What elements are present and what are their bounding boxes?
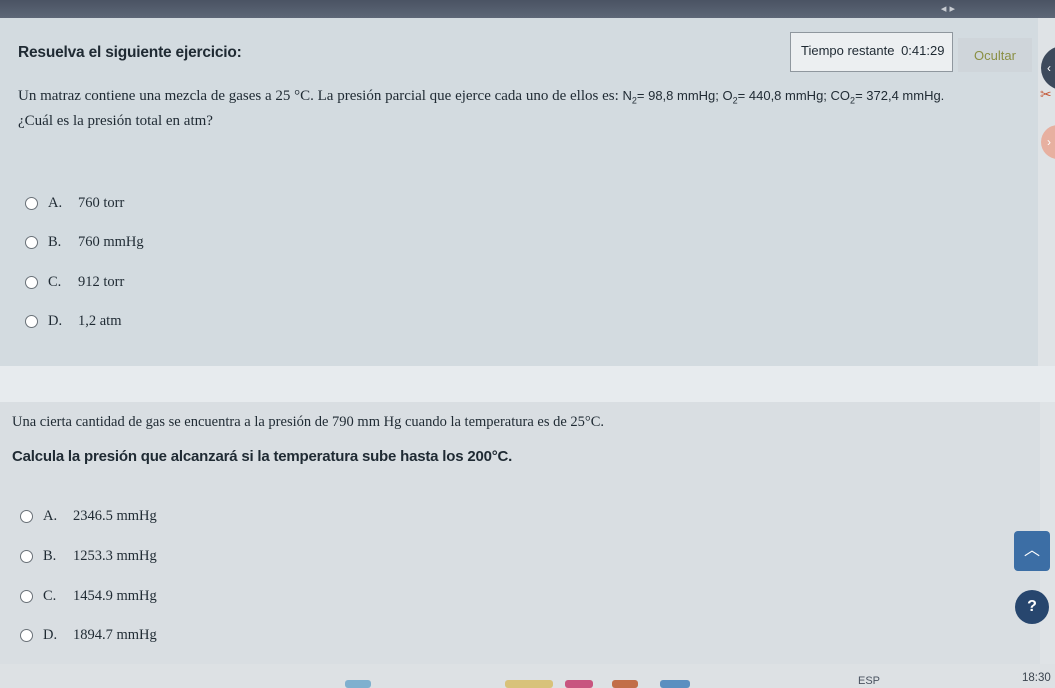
radio-button[interactable] bbox=[25, 276, 38, 289]
chevron-right-icon: › bbox=[1047, 135, 1051, 149]
help-button[interactable]: ? bbox=[1015, 590, 1049, 624]
taskbar-app-icon[interactable] bbox=[612, 680, 638, 688]
chevron-left-icon: ‹ bbox=[1047, 61, 1051, 75]
option-text: 2346.5 mmHg bbox=[73, 508, 157, 524]
next-nav-button[interactable]: › bbox=[1041, 125, 1055, 159]
taskbar-app-icon[interactable] bbox=[660, 680, 690, 688]
taskbar-app-icon[interactable] bbox=[505, 680, 553, 688]
radio-button[interactable] bbox=[20, 590, 33, 603]
taskbar-app-icon[interactable] bbox=[345, 680, 371, 688]
o2-symbol: O bbox=[722, 88, 733, 103]
exercise-heading: Resuelva el siguiente ejercicio: bbox=[18, 44, 242, 61]
radio-button[interactable] bbox=[20, 550, 33, 563]
option-letter: C. bbox=[43, 588, 57, 604]
question-2-statement: Una cierta cantidad de gas se encuentra … bbox=[12, 414, 605, 430]
browser-top-bar: ◂ ▸ bbox=[0, 0, 1055, 18]
q2-option-c[interactable]: C. 1454.9 mmHg bbox=[20, 588, 157, 605]
question-1-statement: Un matraz contiene una mezcla de gases a… bbox=[18, 88, 619, 104]
option-letter: B. bbox=[48, 234, 62, 250]
co2-value: = 372,4 mmHg. bbox=[855, 88, 945, 103]
radio-button[interactable] bbox=[25, 315, 38, 328]
option-letter: A. bbox=[48, 195, 63, 211]
option-letter: D. bbox=[43, 627, 58, 643]
timer-value: 0:41:29 bbox=[901, 43, 945, 58]
radio-button[interactable] bbox=[25, 197, 38, 210]
scissors-icon[interactable]: ✂ bbox=[1040, 86, 1052, 103]
question-1-prompt: ¿Cuál es la presión total en atm? bbox=[18, 112, 213, 129]
question-1-text: Un matraz contiene una mezcla de gases a… bbox=[18, 86, 1038, 131]
q1-option-a[interactable]: A. 760 torr bbox=[25, 195, 124, 212]
question-icon: ? bbox=[1027, 598, 1037, 615]
q1-option-c[interactable]: C. 912 torr bbox=[25, 274, 124, 291]
radio-button[interactable] bbox=[25, 236, 38, 249]
option-letter: D. bbox=[48, 313, 63, 329]
question-2-prompt: Calcula la presión que alcanzará si la t… bbox=[12, 448, 513, 465]
hide-timer-button[interactable]: Ocultar bbox=[958, 38, 1032, 72]
option-text: 1253.3 mmHg bbox=[73, 548, 157, 564]
taskbar-app-icon[interactable] bbox=[565, 680, 593, 688]
option-text: 760 torr bbox=[78, 195, 125, 211]
option-text: 1454.9 mmHg bbox=[73, 588, 157, 604]
question-separator bbox=[0, 366, 1055, 402]
option-letter: C. bbox=[48, 274, 62, 290]
option-text: 760 mmHg bbox=[78, 234, 144, 250]
n2-value: = 98,8 mmHg; bbox=[636, 88, 719, 103]
co2-symbol: CO bbox=[830, 88, 851, 103]
language-indicator[interactable]: ESP bbox=[858, 675, 880, 687]
option-letter: B. bbox=[43, 548, 57, 564]
q2-option-b[interactable]: B. 1253.3 mmHg bbox=[20, 548, 157, 565]
q1-option-d[interactable]: D. 1,2 atm bbox=[25, 313, 122, 330]
scroll-top-button[interactable]: ︿ bbox=[1014, 531, 1050, 571]
timer-label: Tiempo restante bbox=[801, 43, 895, 58]
q1-option-b[interactable]: B. 760 mmHg bbox=[25, 234, 144, 251]
question-2-panel bbox=[0, 402, 1040, 664]
option-letter: A. bbox=[43, 508, 58, 524]
option-text: 912 torr bbox=[78, 274, 125, 290]
o2-value: = 440,8 mmHg; bbox=[737, 88, 827, 103]
q2-option-d[interactable]: D. 1894.7 mmHg bbox=[20, 627, 157, 644]
chevron-up-icon: ︿ bbox=[1023, 542, 1040, 559]
q2-option-a[interactable]: A. 2346.5 mmHg bbox=[20, 508, 157, 525]
timer-box: Tiempo restante 0:41:29 bbox=[790, 32, 953, 72]
option-text: 1894.7 mmHg bbox=[73, 627, 157, 643]
taskbar-clock[interactable]: 18:30 bbox=[1022, 672, 1051, 684]
arrow-icon: ◂ ▸ bbox=[940, 3, 955, 15]
partial-pressures: N2= 98,8 mmHg; O2= 440,8 mmHg; CO2= 372,… bbox=[622, 88, 945, 106]
prev-nav-button[interactable]: ‹ bbox=[1041, 46, 1055, 90]
n2-symbol: N bbox=[622, 88, 632, 103]
radio-button[interactable] bbox=[20, 629, 33, 642]
radio-button[interactable] bbox=[20, 510, 33, 523]
option-text: 1,2 atm bbox=[78, 313, 122, 329]
